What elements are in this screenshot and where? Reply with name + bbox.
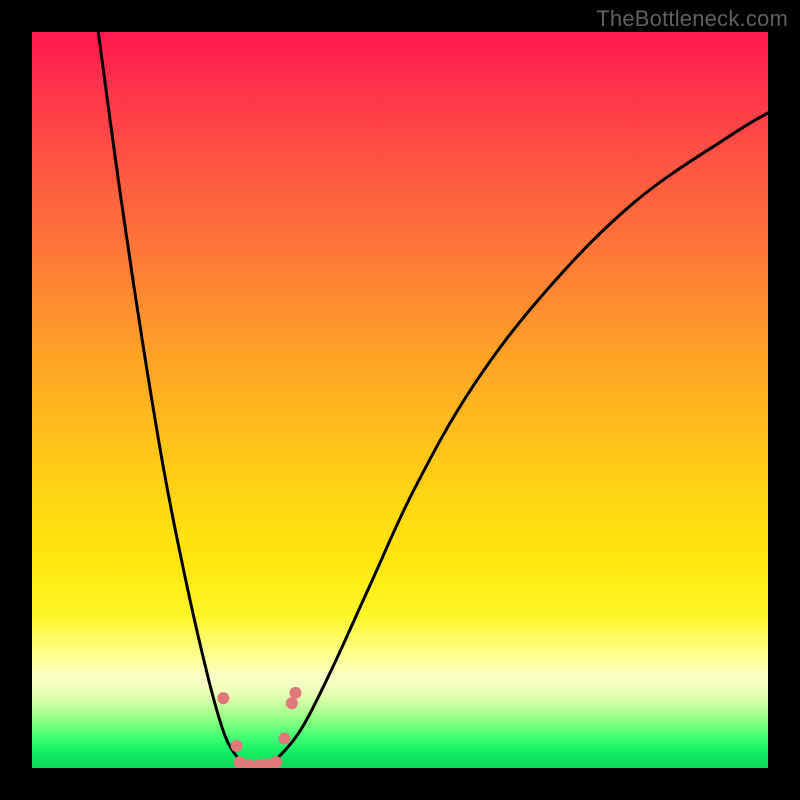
plot-area [32, 32, 768, 768]
marker-1 [231, 740, 243, 752]
curve-right-branch [256, 113, 768, 768]
bottleneck-curve [98, 32, 768, 768]
chart-svg [32, 32, 768, 768]
marker-7 [278, 733, 290, 745]
data-markers [217, 687, 301, 768]
marker-9 [289, 687, 301, 699]
marker-0 [217, 692, 229, 704]
curve-left-branch [98, 32, 256, 768]
marker-8 [286, 697, 298, 709]
watermark-text: TheBottleneck.com [596, 6, 788, 32]
marker-6 [270, 756, 282, 768]
chart-frame: TheBottleneck.com [0, 0, 800, 800]
